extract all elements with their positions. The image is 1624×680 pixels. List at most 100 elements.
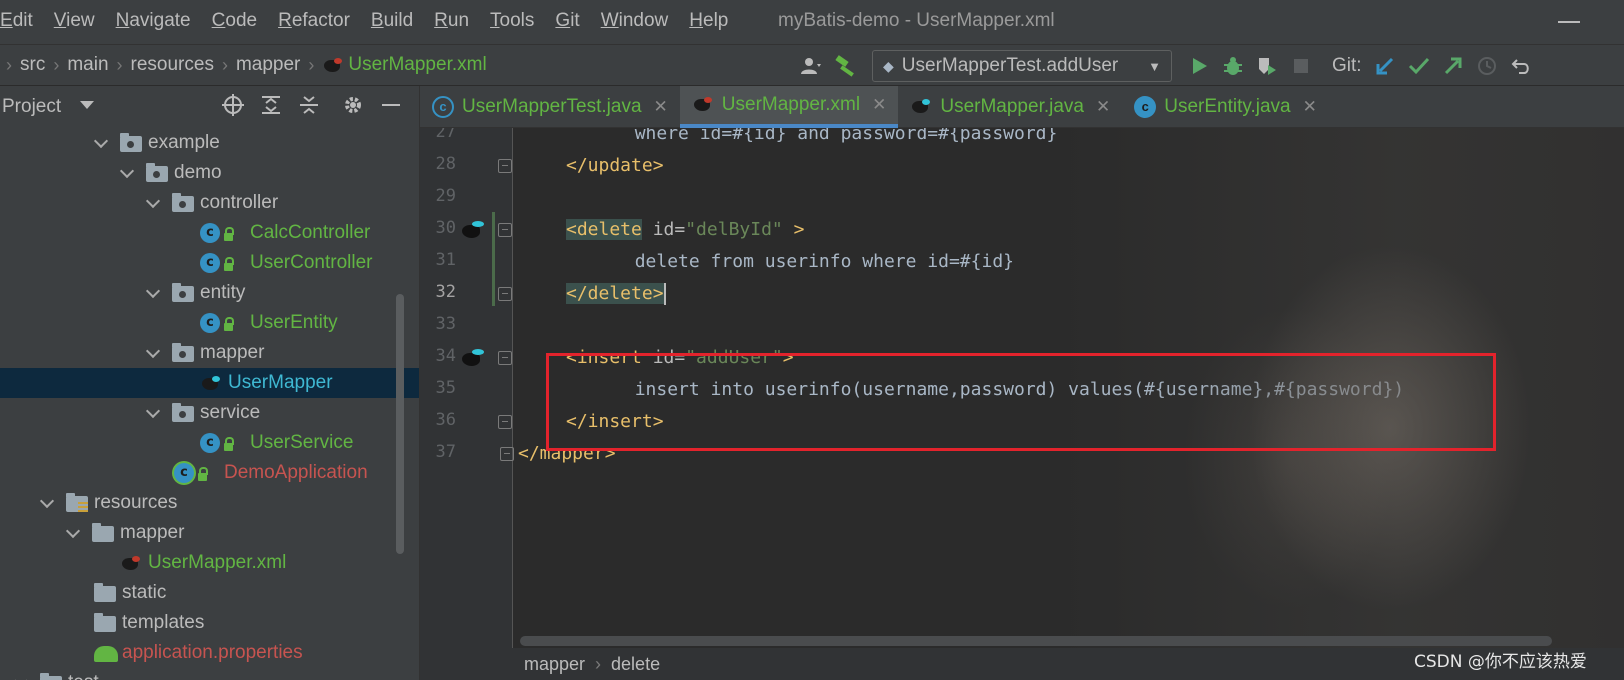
- menu-view[interactable]: View: [54, 10, 95, 32]
- gear-icon[interactable]: [340, 94, 366, 120]
- breadcrumb-resources[interactable]: resources: [131, 54, 214, 76]
- line-number: 27: [435, 128, 456, 142]
- chevron-down-icon[interactable]: [66, 525, 80, 539]
- breadcrumb-src[interactable]: src: [20, 54, 45, 76]
- tree-item-entity[interactable]: entity: [0, 278, 419, 308]
- tree-item-mapper[interactable]: mapper: [0, 518, 419, 548]
- close-icon[interactable]: ✕: [1303, 97, 1317, 117]
- git-update-icon[interactable]: [1372, 53, 1398, 79]
- close-icon[interactable]: ✕: [872, 95, 886, 115]
- menu-help[interactable]: Help: [689, 10, 728, 32]
- tree-item-userentity[interactable]: c UserEntity: [0, 308, 419, 338]
- tree-item-static[interactable]: static: [0, 578, 419, 608]
- tree-item-label: templates: [122, 612, 205, 633]
- line-number: 36: [435, 410, 456, 430]
- menu-git[interactable]: Git: [555, 10, 579, 32]
- close-icon[interactable]: ✕: [654, 97, 668, 117]
- folder-icon: [94, 583, 116, 602]
- chevron-down-icon[interactable]: [146, 285, 160, 299]
- tree-item-test[interactable]: test: [0, 668, 419, 680]
- stop-icon[interactable]: [1288, 53, 1314, 79]
- tree-item-demoapplication[interactable]: c DemoApplication: [0, 458, 419, 488]
- fold-marker-icon[interactable]: [498, 159, 512, 173]
- tree-item-calccontroller[interactable]: c CalcController: [0, 218, 419, 248]
- breadcrumb-main[interactable]: main: [67, 54, 108, 76]
- tab-usermappertest-java[interactable]: c UserMapperTest.java ✕: [420, 86, 680, 128]
- java-class-icon: c: [200, 223, 220, 243]
- package-icon: [172, 343, 194, 362]
- fold-marker-icon[interactable]: [498, 223, 512, 237]
- chevron-down-icon[interactable]: [94, 135, 108, 149]
- tree-item-demo[interactable]: demo: [0, 158, 419, 188]
- git-commit-icon[interactable]: [1406, 53, 1432, 79]
- vcs-change-marker[interactable]: [492, 212, 495, 306]
- menu-tools[interactable]: Tools: [490, 10, 534, 32]
- menu-edit[interactable]: Edit: [0, 10, 33, 32]
- git-push-icon[interactable]: [1440, 53, 1466, 79]
- menu-navigate[interactable]: Navigate: [116, 10, 191, 32]
- window-title: myBatis-demo - UserMapper.xml: [778, 10, 1055, 31]
- minimize-icon[interactable]: [1558, 21, 1580, 23]
- tab-usermapper-xml[interactable]: UserMapper.xml ✕: [679, 86, 899, 128]
- breadcrumb-file[interactable]: UserMapper.xml: [348, 54, 486, 76]
- tree-item-mapper[interactable]: mapper: [0, 338, 419, 368]
- menu-build[interactable]: Build: [371, 10, 413, 32]
- tree-item-service[interactable]: service: [0, 398, 419, 428]
- build-hammer-icon[interactable]: [832, 53, 858, 79]
- project-scrollbar[interactable]: [396, 294, 404, 554]
- editor-breadcrumb-delete[interactable]: delete: [611, 654, 660, 675]
- locate-target-icon[interactable]: [220, 94, 246, 120]
- tree-item-usermapper-xml[interactable]: UserMapper.xml: [0, 548, 419, 578]
- fold-marker-icon[interactable]: [498, 287, 512, 301]
- tree-item-usercontroller[interactable]: c UserController: [0, 248, 419, 278]
- minimize-panel-icon[interactable]: [378, 94, 404, 120]
- tab-userentity-java[interactable]: c UserEntity.java ✕: [1122, 86, 1329, 128]
- collapse-all-icon[interactable]: [296, 94, 322, 120]
- fold-marker-icon[interactable]: [498, 351, 512, 365]
- debug-bug-icon[interactable]: [1220, 53, 1246, 79]
- chevron-down-icon[interactable]: [146, 195, 160, 209]
- lock-icon: [224, 317, 234, 331]
- menu-window[interactable]: Window: [601, 10, 669, 32]
- tree-item-usermapper[interactable]: UserMapper: [0, 368, 419, 398]
- chevron-down-icon[interactable]: [120, 165, 134, 179]
- close-icon[interactable]: ✕: [1096, 97, 1110, 117]
- mybatis-navigate-icon[interactable]: [460, 347, 486, 369]
- breadcrumb-mapper[interactable]: mapper: [236, 54, 300, 76]
- menu-run[interactable]: Run: [434, 10, 469, 32]
- code-line-28: </update>: [566, 150, 664, 182]
- chevron-down-icon[interactable]: [14, 675, 28, 680]
- tree-item-controller[interactable]: controller: [0, 188, 419, 218]
- tree-item-example[interactable]: example: [0, 128, 419, 158]
- tree-item-application-properties[interactable]: application.properties: [0, 638, 419, 668]
- fold-marker-icon[interactable]: [500, 447, 514, 461]
- tab-label: UserEntity.java: [1164, 96, 1291, 117]
- editor-tabs: c UserMapperTest.java ✕ UserMapper.xml ✕…: [420, 86, 1624, 128]
- history-clock-icon[interactable]: [1474, 53, 1500, 79]
- editor-horizontal-scrollbar[interactable]: [520, 636, 1552, 646]
- folder-icon: [66, 493, 88, 514]
- chevron-right-icon: ›: [595, 653, 602, 674]
- chevron-down-icon[interactable]: [80, 101, 94, 109]
- rollback-icon[interactable]: [1508, 53, 1534, 79]
- mybatis-navigate-icon[interactable]: [460, 219, 486, 241]
- run-configuration-select[interactable]: ◆ UserMapperTest.addUser ▼: [872, 50, 1172, 82]
- tree-item-resources[interactable]: resources: [0, 488, 419, 518]
- tree-item-templates[interactable]: templates: [0, 608, 419, 638]
- menu-refactor[interactable]: Refactor: [278, 10, 350, 32]
- chevron-down-icon[interactable]: [146, 405, 160, 419]
- tree-item-label: static: [122, 582, 167, 603]
- tab-usermapper-java[interactable]: UserMapper.java ✕: [898, 86, 1122, 128]
- user-icon[interactable]: [798, 53, 824, 79]
- chevron-down-icon[interactable]: [40, 495, 54, 509]
- tree-item-userservice[interactable]: c UserService: [0, 428, 419, 458]
- menu-code[interactable]: Code: [212, 10, 257, 32]
- fold-marker-icon[interactable]: [498, 415, 512, 429]
- editor-breadcrumb-mapper[interactable]: mapper: [524, 654, 585, 675]
- coverage-icon[interactable]: [1254, 53, 1280, 79]
- run-icon[interactable]: [1186, 53, 1212, 79]
- expand-all-icon[interactable]: [258, 94, 284, 120]
- chevron-down-icon[interactable]: [146, 345, 160, 359]
- tree-item-label: UserMapper.xml: [148, 552, 287, 573]
- project-panel-title[interactable]: Project: [2, 96, 61, 118]
